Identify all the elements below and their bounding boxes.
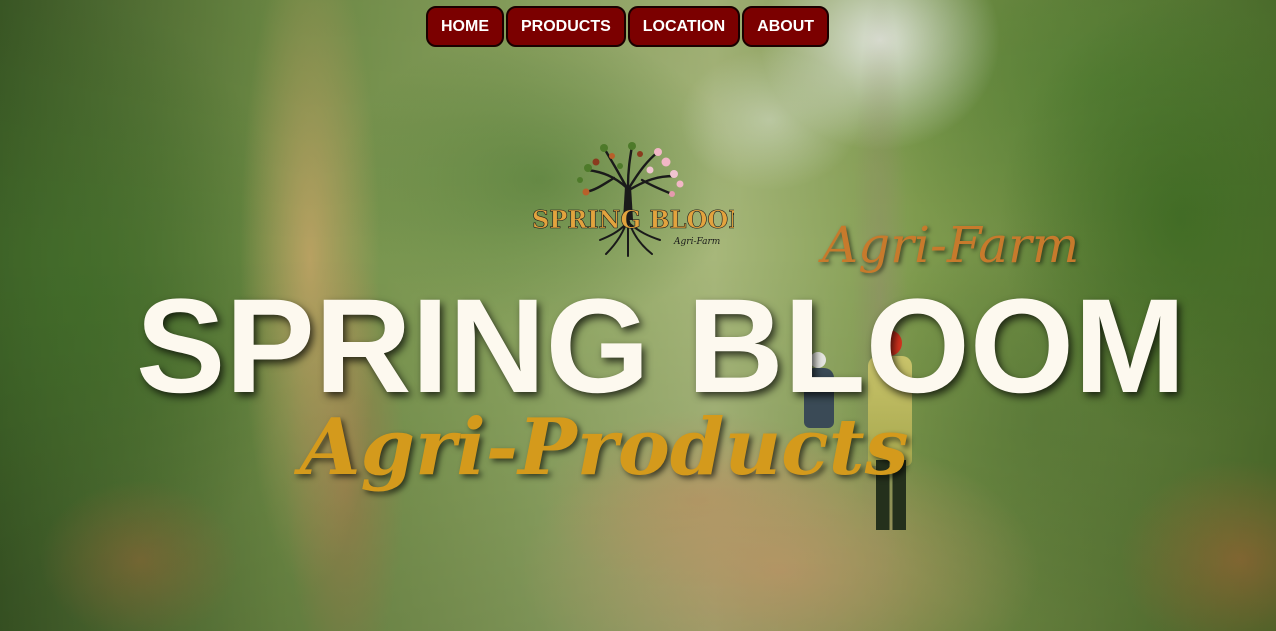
main-nav: HOME PRODUCTS LOCATION ABOUT xyxy=(426,6,830,47)
hero-title: SPRING BLOOM xyxy=(136,272,1186,421)
hero-tagline: Agri-Farm xyxy=(822,216,1080,274)
logo-sub-text: Agri-Farm xyxy=(673,237,720,247)
nav-about-button[interactable]: ABOUT xyxy=(742,6,830,47)
nav-home-button[interactable]: HOME xyxy=(426,6,504,47)
tree-logo-icon: SPRING BLOOM Agri-Farm xyxy=(532,142,734,257)
nav-products-button[interactable]: PRODUCTS xyxy=(506,6,626,47)
hero-section: HOME PRODUCTS LOCATION ABOUT SPRING BLOO… xyxy=(0,0,1276,631)
nav-location-button[interactable]: LOCATION xyxy=(627,6,741,47)
logo-brand-text: SPRING BLOOM xyxy=(532,205,734,234)
hero-subtitle: Agri-Products xyxy=(300,402,909,493)
brand-logo: SPRING BLOOM Agri-Farm xyxy=(524,140,734,260)
